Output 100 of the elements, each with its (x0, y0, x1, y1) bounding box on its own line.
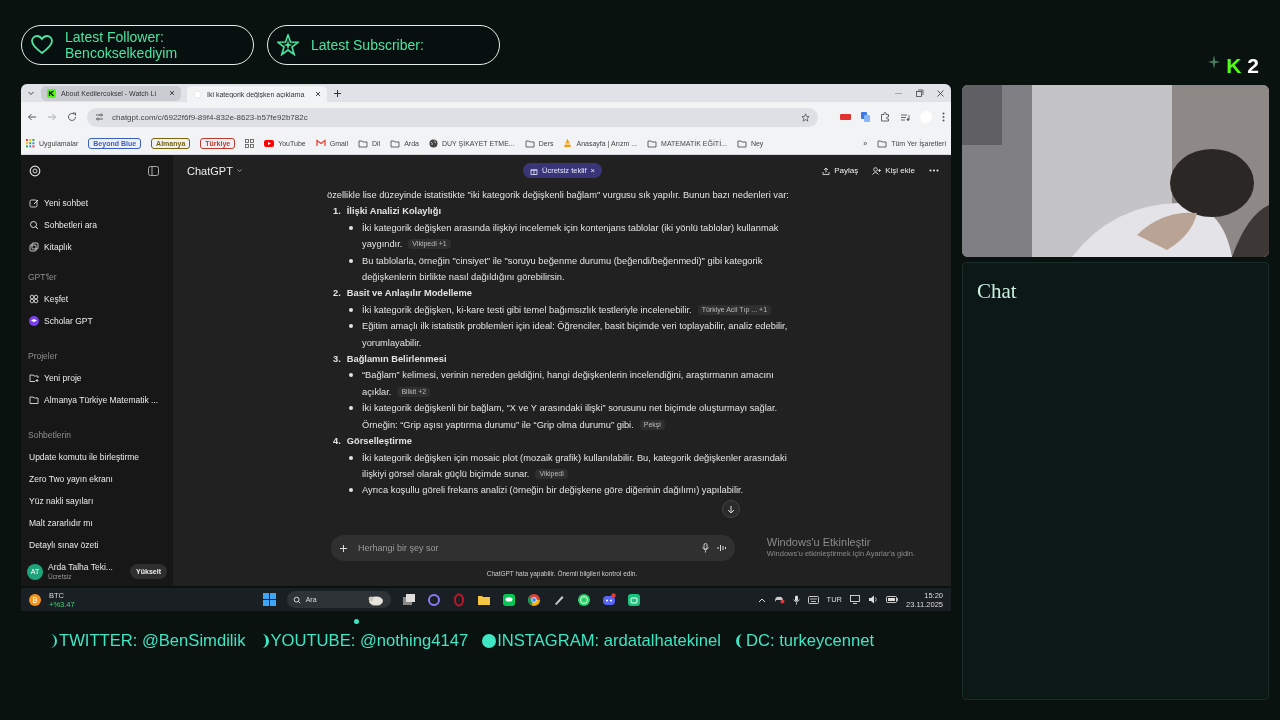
chat-bubble-icon[interactable] (501, 592, 516, 607)
reload-icon[interactable] (67, 112, 77, 122)
speaker-icon[interactable] (868, 595, 878, 604)
spiral-logo-icon[interactable] (29, 165, 41, 177)
folder-icon (29, 395, 39, 405)
star-icon[interactable] (801, 112, 810, 122)
ring-icon[interactable] (426, 592, 441, 607)
indicator-dot (354, 618, 359, 624)
alert-label: Latest Subscriber: (311, 37, 424, 53)
scroll-down-button[interactable] (722, 500, 740, 518)
bullet-dot (349, 258, 353, 263)
list-number: 3. (333, 353, 341, 367)
message-input[interactable]: Herhangi bir şey sor (356, 542, 694, 554)
crescent-icon (734, 633, 745, 649)
controller-icon[interactable] (601, 592, 616, 607)
keyboard-icon[interactable] (807, 595, 819, 604)
caret-up-icon[interactable] (757, 596, 766, 603)
chat-title: Chat (977, 279, 1018, 304)
bullet-text: Eğitim amaçlı ilk istatistik problemleri için ideal: Öğrenciler, basit biçimde veri toplayabilir, analiz edebilir, yorumlayabilir. (362, 320, 789, 350)
sidebar-item[interactable]: Yüz nakli sayıları (21, 490, 173, 512)
add-person-button[interactable]: Kişi ekle (872, 166, 915, 175)
voice-button[interactable] (717, 543, 727, 553)
sidebar-item[interactable]: Detaylı sınav özeti (21, 534, 173, 556)
close-icon[interactable] (315, 91, 321, 97)
sound-wave-icon (717, 543, 727, 553)
bullet-dot (349, 324, 353, 329)
chevron-down-icon (235, 167, 243, 174)
section-title: Bağlamın Belirlenmesi (346, 353, 447, 367)
bullet-text: Bu tablolarla, örneğin "cinsiyet" ile "soruyu beğenme durumu (beğendi/beğenmedi)" gibi kategorik değişkenlerin birlikte nasıl dağıldığını görebilirsin. (362, 254, 764, 285)
sidebar-item[interactable]: Zero Two yayın ekranı (21, 468, 173, 490)
sidebar-toggle-icon[interactable] (148, 166, 159, 176)
sidebar-item[interactable]: Update komutu ile birleştirme (21, 446, 173, 468)
close-icon[interactable] (936, 88, 945, 98)
graduation-cap-icon (29, 316, 39, 326)
sidebar-item[interactable]: Kitaplık (21, 236, 173, 258)
bullet-text: Ayrıca koşullu göreli frekans analizi (örneğin bir değişkene göre diğerinin dağılımı) yapılabilir. (362, 484, 744, 498)
social-handle: YOUTUBE: @nothing4147 (270, 631, 469, 651)
play-icon (264, 139, 275, 147)
start-icon[interactable] (262, 593, 276, 606)
section-heading: Projeler (27, 350, 59, 363)
microphone-button[interactable] (702, 543, 709, 553)
monitor-icon[interactable] (850, 595, 860, 604)
arrow-down-icon (727, 504, 735, 514)
bullet-dot (349, 307, 353, 312)
message-composer[interactable]: Herhangi bir şey sor (331, 535, 735, 561)
mail-icon (315, 139, 326, 147)
logo-letter: K (1226, 55, 1242, 77)
section-heading: GPT'ler (27, 271, 58, 284)
square-app-icon[interactable] (626, 592, 641, 607)
address-bar[interactable]: chatgpt.com/c/6922f6f9-89f4-832e-8623-b57fe92b782c (87, 107, 818, 127)
crescent-icon (49, 633, 58, 649)
plus-icon[interactable] (333, 88, 342, 98)
sidebar-item[interactable]: Scholar GPT (21, 310, 173, 332)
gift-icon (530, 166, 538, 175)
microphone-icon[interactable] (792, 594, 800, 605)
more-icon[interactable] (929, 169, 939, 172)
media-queue-icon[interactable] (900, 112, 910, 122)
alert-label: Latest Follower: (65, 29, 165, 45)
section-heading: Sohbetlerin (27, 429, 72, 442)
person-plus-icon (872, 166, 882, 175)
sidebar-item[interactable]: Malt zararlıdır mı (21, 512, 173, 534)
search-icon (29, 220, 39, 230)
search-icon (292, 595, 301, 604)
list-number: 2. (333, 287, 341, 301)
sidebar-item[interactable]: Yeni proje (21, 367, 173, 389)
close-icon[interactable] (169, 90, 175, 96)
sparkle-icon (1208, 55, 1221, 69)
globe-icon (428, 138, 438, 148)
star-icon (277, 34, 299, 56)
qr-grid-icon[interactable] (245, 138, 255, 148)
model-selector[interactable]: ChatGPT (187, 164, 243, 177)
coin-icon (29, 593, 41, 606)
cloud-alert-icon[interactable] (773, 595, 785, 604)
sidebar-item[interactable]: Yeni sohbet (21, 192, 173, 214)
phone-bubble-icon[interactable] (576, 592, 591, 607)
share-icon (822, 166, 831, 175)
alert-value: Bencokselkediyim (65, 45, 178, 61)
browser-icon[interactable] (526, 592, 541, 607)
cone-icon (563, 138, 573, 148)
sidebar-item[interactable]: Sohbetleri ara (21, 214, 173, 236)
share-button[interactable]: Paylaş (822, 166, 859, 175)
library-icon (29, 242, 39, 252)
task-view-icon[interactable] (401, 592, 416, 607)
kebab-menu-icon[interactable] (942, 112, 945, 122)
ring-icon[interactable] (451, 592, 466, 607)
section-title: Basit ve Anlaşılır Modelleme (346, 287, 472, 301)
attach-button[interactable] (339, 543, 348, 553)
bullet-dot (349, 455, 353, 460)
site-settings-icon (95, 113, 104, 121)
sidebar-item[interactable]: Keşfet (21, 288, 173, 310)
four-squares-icon (29, 294, 39, 304)
battery-icon[interactable] (886, 596, 898, 603)
k-favicon-icon (47, 88, 56, 98)
back-icon[interactable] (27, 112, 37, 122)
microphone-icon (702, 543, 709, 553)
restore-icon[interactable] (915, 88, 924, 98)
translate-icon[interactable] (861, 112, 870, 122)
puzzle-icon[interactable] (880, 112, 890, 122)
social-handle: INSTAGRAM: ardatalhatekinel (497, 631, 721, 651)
sidebar-item[interactable]: Almanya Türkiye Matematik ... (21, 389, 173, 411)
